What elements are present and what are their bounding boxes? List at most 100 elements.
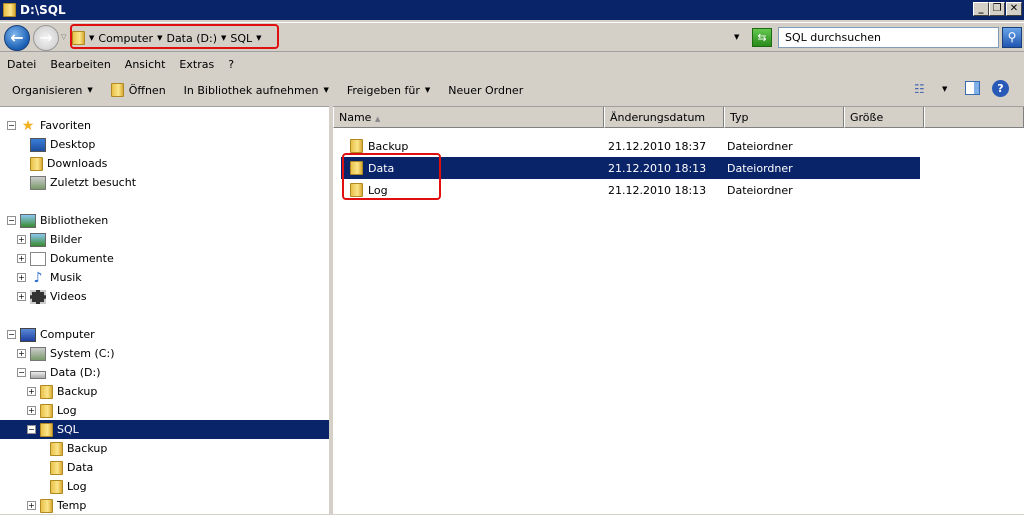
- search-icon[interactable]: ⚲: [1002, 27, 1022, 48]
- note-icon: ♪: [33, 269, 43, 286]
- tree-item-dokumente[interactable]: + Dokumente: [17, 249, 114, 268]
- tree-item-zuletzt-besucht[interactable]: Zuletzt besucht: [17, 173, 136, 192]
- history-dropdown-icon[interactable]: ▽: [61, 33, 66, 41]
- column-size[interactable]: Größe: [844, 107, 924, 128]
- open-label: Öffnen: [128, 83, 166, 97]
- file-date: 21.12.2010 18:37: [608, 139, 707, 153]
- tree-item-label: Temp: [57, 499, 87, 512]
- comp-icon: [20, 327, 36, 342]
- library-button[interactable]: In Bibliothek aufnehmen ▼: [178, 84, 335, 97]
- collapse-icon[interactable]: −: [27, 425, 36, 434]
- tree-item-log[interactable]: + Log: [27, 401, 77, 420]
- tree-item-temp[interactable]: + Temp: [27, 496, 86, 515]
- expand-icon[interactable]: +: [17, 235, 26, 244]
- tree-item-bibliotheken[interactable]: − Bibliotheken: [7, 211, 108, 230]
- tree-item-system-c[interactable]: + System (C:): [17, 344, 115, 363]
- menu-datei[interactable]: Datei: [0, 56, 43, 74]
- folder-icon: [50, 460, 63, 475]
- tree-item-backup[interactable]: + Backup: [27, 382, 97, 401]
- collapse-icon[interactable]: −: [7, 121, 16, 130]
- refresh-button[interactable]: ⇆: [752, 28, 772, 47]
- preview-pane-icon[interactable]: [965, 81, 980, 95]
- tree-item-sql[interactable]: − SQL: [0, 420, 329, 439]
- doc-icon: [30, 251, 46, 266]
- menu-bearbeiten[interactable]: Bearbeiten: [43, 56, 117, 74]
- column-filler: [924, 107, 1024, 128]
- view-dropdown-icon[interactable]: ▼: [942, 85, 947, 93]
- address-dropdown-icon[interactable]: ▼: [734, 33, 739, 41]
- tree-item-computer[interactable]: − Computer: [7, 325, 95, 344]
- file-type: Dateiordner: [727, 161, 793, 175]
- tree-item-label: SQL: [57, 423, 79, 436]
- expand-icon[interactable]: +: [17, 349, 26, 358]
- expand-icon[interactable]: +: [27, 501, 36, 510]
- tree-item-label: Musik: [50, 271, 82, 284]
- tree-item-label: Backup: [67, 442, 108, 455]
- column-name-label: Name: [339, 111, 372, 124]
- tree-item-label: System (C:): [50, 347, 115, 360]
- forward-button[interactable]: →: [33, 25, 59, 51]
- expand-icon[interactable]: +: [17, 254, 26, 263]
- share-button[interactable]: Freigeben für ▼: [341, 84, 436, 97]
- search-input[interactable]: SQL durchsuchen: [778, 27, 999, 48]
- pic-icon: [30, 232, 46, 247]
- mon-icon: [30, 137, 46, 152]
- collapse-icon[interactable]: −: [17, 368, 26, 377]
- back-button[interactable]: ←: [4, 25, 30, 51]
- file-type: Dateiordner: [727, 183, 793, 197]
- tree-item-log[interactable]: Log: [37, 477, 87, 496]
- tree-item-downloads[interactable]: Downloads: [17, 154, 107, 173]
- tree-item-data[interactable]: Data: [37, 458, 93, 477]
- minimize-button[interactable]: _: [973, 2, 989, 16]
- organize-label: Organisieren: [12, 83, 83, 97]
- new-folder-button[interactable]: Neuer Ordner: [442, 84, 529, 97]
- file-date: 21.12.2010 18:13: [608, 161, 707, 175]
- tree-item-label: Log: [57, 404, 77, 417]
- help-icon[interactable]: ?: [992, 80, 1009, 97]
- folder-icon: [30, 156, 43, 171]
- organize-button[interactable]: Organisieren ▼: [6, 84, 99, 97]
- expand-icon[interactable]: +: [17, 273, 26, 282]
- menu-help[interactable]: ?: [221, 56, 241, 74]
- chevron-down-icon: ▼: [87, 86, 93, 94]
- folder-icon: [40, 384, 53, 399]
- command-bar: Organisieren ▼ Öffnen In Bibliothek aufne…: [0, 78, 1024, 102]
- tree-item-backup[interactable]: Backup: [37, 439, 107, 458]
- column-date[interactable]: Änderungsdatum: [604, 107, 724, 128]
- expand-icon[interactable]: +: [27, 406, 36, 415]
- sys-icon: [30, 346, 46, 361]
- navigation-pane: − ★ Favoriten Desktop Downloads Zuletzt besuc…: [0, 106, 329, 514]
- tree-item-label: Downloads: [47, 157, 108, 170]
- column-name[interactable]: Name ▲: [333, 107, 604, 128]
- tree-item-desktop[interactable]: Desktop: [17, 135, 95, 154]
- tree-item-bilder[interactable]: + Bilder: [17, 230, 82, 249]
- sort-asc-icon: ▲: [374, 115, 381, 123]
- tree-item-label: Bilder: [50, 233, 82, 246]
- library-label: In Bibliothek aufnehmen: [183, 83, 319, 97]
- tree-item-favoriten[interactable]: − ★ Favoriten: [7, 116, 91, 135]
- tree-item-musik[interactable]: + ♪ Musik: [17, 268, 82, 287]
- tree-item-label: Desktop: [50, 138, 96, 151]
- tree-item-label: Data: [67, 461, 94, 474]
- collapse-icon[interactable]: −: [7, 216, 16, 225]
- expand-icon[interactable]: +: [17, 292, 26, 301]
- tree-item-label: Backup: [57, 385, 98, 398]
- drive-icon: [30, 370, 46, 379]
- menu-ansicht[interactable]: Ansicht: [118, 56, 173, 74]
- collapse-icon[interactable]: −: [7, 330, 16, 339]
- highlight-files: [342, 153, 441, 200]
- close-button[interactable]: ✕: [1006, 2, 1022, 16]
- open-button[interactable]: Öffnen: [105, 83, 172, 97]
- column-type[interactable]: Typ: [724, 107, 844, 128]
- tree-item-data-d[interactable]: − Data (D:): [17, 363, 101, 382]
- file-type: Dateiordner: [727, 139, 793, 153]
- new-folder-label: Neuer Ordner: [448, 83, 524, 97]
- menu-extras[interactable]: Extras: [172, 56, 221, 74]
- menu-bar: Datei Bearbeiten Ansicht Extras ?: [0, 56, 241, 74]
- restore-button[interactable]: ❐: [989, 2, 1005, 16]
- chevron-down-icon: ▼: [323, 86, 329, 94]
- tree-item-videos[interactable]: + Videos: [17, 287, 87, 306]
- expand-icon[interactable]: +: [27, 387, 36, 396]
- sys-icon: [30, 175, 46, 190]
- view-icon[interactable]: ☷: [914, 82, 925, 96]
